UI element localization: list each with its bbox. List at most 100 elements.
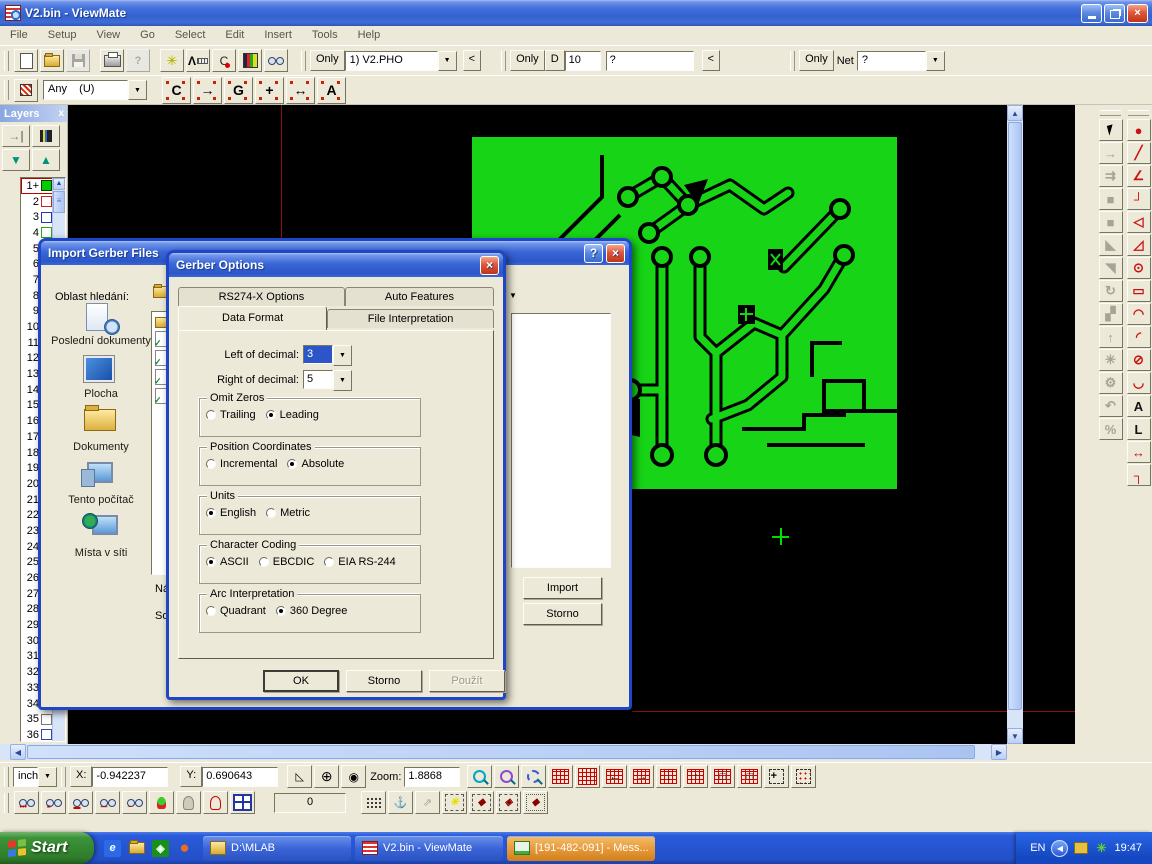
radio-trailing[interactable]: Trailing (206, 409, 256, 421)
radio-leading[interactable]: Leading (266, 409, 319, 421)
pan-right-button[interactable]: → (629, 765, 654, 788)
selection-filter-combo[interactable]: Any (U) ▼ (43, 80, 147, 100)
menu-view[interactable]: View (86, 26, 130, 45)
relative-origin-button[interactable]: ◉ (341, 765, 366, 788)
radio-metric[interactable]: Metric (266, 507, 310, 519)
radio-absolute[interactable]: Absolute (287, 458, 344, 470)
menu-edit[interactable]: Edit (215, 26, 254, 45)
place-plocha[interactable]: Plocha (51, 356, 151, 400)
dcode-button[interactable]: D (545, 50, 565, 71)
line-tool[interactable]: ╱ (1127, 142, 1151, 164)
scroll-left-icon[interactable]: ◀ (10, 744, 26, 760)
menu-help[interactable]: Help (348, 26, 391, 45)
rectangle-tool[interactable]: ▭ (1127, 280, 1151, 302)
goto-layer-button[interactable]: →| (2, 125, 30, 147)
arc-bottom-tool[interactable]: ◡ (1127, 372, 1151, 394)
view-pads-button[interactable]: ▬ (68, 791, 93, 814)
close-button[interactable]: × (1127, 4, 1148, 23)
radio-ascii[interactable]: ASCII (206, 556, 249, 568)
scrollbar-thumb[interactable]: ≡ (53, 191, 65, 213)
dcode-value-field[interactable]: 10 (565, 51, 601, 71)
flash-view-button[interactable]: ✳ (160, 49, 184, 72)
radio-english[interactable]: English (206, 507, 256, 519)
view-lines-button[interactable]: ≡ (41, 791, 66, 814)
place-m-sta-v-s-ti[interactable]: Místa v síti (51, 515, 151, 559)
redraw-button[interactable] (575, 765, 600, 788)
language-indicator[interactable]: EN (1030, 842, 1045, 854)
notes-tray-icon[interactable] (1074, 841, 1088, 855)
toolbar-grip[interactable] (1128, 110, 1149, 116)
arrow-toggle-button[interactable]: → (193, 77, 222, 104)
messenger-flower-icon[interactable]: ✳ (1094, 841, 1108, 855)
ghost-move-button[interactable]: ⇗ (415, 791, 440, 814)
blink-alt-button[interactable]: ◈ (496, 791, 521, 814)
blink-bright-button[interactable]: ✳ (442, 791, 467, 814)
origin-crosshair-button[interactable]: ⊕ (314, 765, 339, 788)
print-button[interactable] (100, 49, 124, 72)
measure-view-button[interactable] (264, 49, 288, 72)
radio-incremental[interactable]: Incremental (206, 458, 277, 470)
radio-ebcdic[interactable]: EBCDIC (259, 556, 315, 568)
elbow-tool[interactable]: ┘ (1127, 188, 1151, 210)
firefox-icon[interactable]: ● (176, 840, 193, 857)
scrollbar-thumb[interactable] (27, 745, 975, 759)
pad-select-button[interactable]: C (212, 49, 236, 72)
prev-layer-button[interactable]: < (463, 50, 481, 71)
film-layers-button[interactable] (238, 49, 262, 72)
highlight-on-button[interactable] (149, 791, 174, 814)
scroll-up-icon[interactable]: ▲ (53, 178, 65, 190)
aperture-button[interactable]: Λ (186, 49, 210, 72)
ok-button[interactable]: OK (263, 670, 339, 692)
angle-button[interactable]: ◺ (287, 765, 312, 788)
place-posledn-dokumenty[interactable]: Poslední dokumenty (51, 303, 151, 347)
blink-red-button[interactable]: ◆ (469, 791, 494, 814)
gerber-options-title-bar[interactable]: Gerber Options × (169, 253, 503, 277)
pan-down-button[interactable]: ↓ (656, 765, 681, 788)
trace-toggle-button[interactable]: ↔ (286, 77, 315, 104)
pan-left-button[interactable]: ← (602, 765, 627, 788)
chevron-down-icon[interactable]: ▼ (333, 345, 352, 366)
anchor-button[interactable]: ⚓ (388, 791, 413, 814)
cancel-button[interactable]: Storno (523, 603, 602, 625)
highlight-off-button[interactable] (176, 791, 201, 814)
view-all-button[interactable]: ••• (14, 791, 39, 814)
storno-button[interactable]: Storno (346, 670, 422, 692)
view-trace-button[interactable]: — (95, 791, 120, 814)
gerber-toggle-button[interactable]: G (224, 77, 253, 104)
move-layer-up-button[interactable]: ▲ (32, 149, 60, 171)
x-coordinate-field[interactable]: -0.942237 (92, 767, 168, 787)
start-button[interactable]: Start (0, 832, 94, 864)
chevron-down-icon[interactable]: ▼ (333, 370, 352, 391)
place-dokumenty[interactable]: Dokumenty (51, 409, 151, 453)
toolbar-grip[interactable] (4, 80, 9, 100)
menu-tools[interactable]: Tools (302, 26, 348, 45)
scroll-up-icon[interactable]: ▲ (1007, 105, 1023, 121)
chevron-down-icon[interactable]: ▼ (128, 80, 147, 100)
import-button[interactable]: Import (523, 577, 602, 599)
menu-select[interactable]: Select (165, 26, 216, 45)
text-tool[interactable]: A (1127, 395, 1151, 417)
restore-button[interactable] (1104, 4, 1125, 23)
pad-toggle-button[interactable]: + (255, 77, 284, 104)
task-v2-bin-viewmate[interactable]: V2.bin - ViewMate (355, 836, 503, 861)
select-points-button[interactable] (791, 765, 816, 788)
scroll-down-icon[interactable]: ▼ (1007, 728, 1023, 744)
open-file-button[interactable] (40, 49, 64, 72)
left-of-decimal-combo[interactable]: 3▼ (303, 345, 352, 364)
tab-file-interpretation[interactable]: File Interpretation (327, 309, 494, 328)
editor-icon[interactable]: ◈ (152, 840, 169, 857)
new-file-button[interactable] (14, 49, 38, 72)
right-of-decimal-combo[interactable]: 5▼ (303, 370, 352, 389)
angle-tool[interactable]: ∠ (1127, 165, 1151, 187)
vertical-scrollbar[interactable]: ▲ ▼ (1007, 105, 1023, 744)
horizontal-scrollbar[interactable]: ◀ ▶ (0, 744, 1007, 760)
label-tool[interactable]: L (1127, 418, 1151, 440)
unit-combo[interactable]: inch ▼ (13, 767, 57, 787)
radio-eia-rs-244[interactable]: EIA RS-244 (324, 556, 395, 568)
close-button[interactable]: × (480, 256, 499, 275)
y-coordinate-field[interactable]: 0.690643 (202, 767, 278, 787)
minimize-button[interactable] (1081, 4, 1102, 23)
scroll-right-icon[interactable]: ▶ (991, 744, 1007, 760)
zoom-select-button[interactable] (494, 765, 519, 788)
toolbar-grip[interactable] (4, 51, 9, 71)
